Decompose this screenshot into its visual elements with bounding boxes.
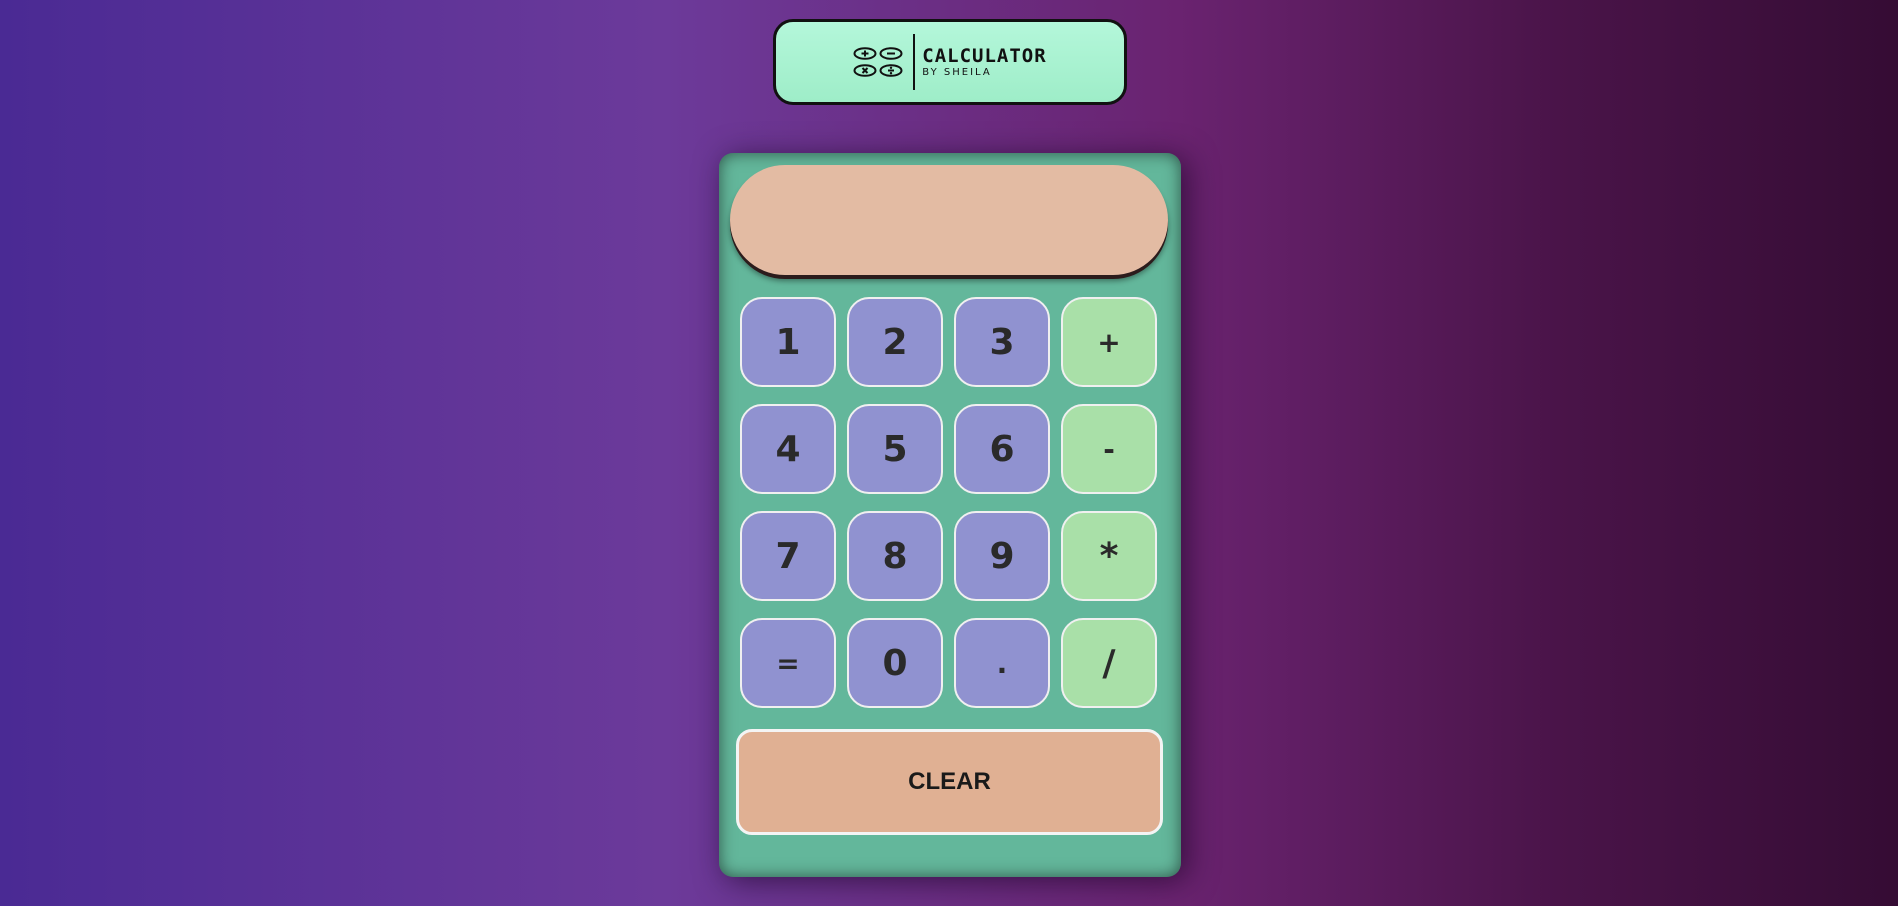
divide-circle-icon (879, 64, 903, 77)
key-multiply[interactable]: * (1061, 511, 1157, 601)
clear-button[interactable]: CLEAR (736, 729, 1163, 835)
logo-mark (853, 47, 903, 77)
logo-subtitle: BY SHEILA (922, 67, 992, 78)
logo-text: CALCULATOR BY SHEILA (922, 45, 1046, 79)
key-1[interactable]: 1 (740, 297, 836, 387)
key-9[interactable]: 9 (954, 511, 1050, 601)
keypad: 1 2 3 + 4 5 6 - 7 8 9 * = 0 . / (740, 297, 1157, 708)
key-4[interactable]: 4 (740, 404, 836, 494)
key-divide[interactable]: / (1061, 618, 1157, 708)
minus-circle-icon (879, 47, 903, 60)
key-decimal[interactable]: . (954, 618, 1050, 708)
plus-circle-icon (853, 47, 877, 60)
key-0[interactable]: 0 (847, 618, 943, 708)
key-6[interactable]: 6 (954, 404, 1050, 494)
calculator-body: 1 2 3 + 4 5 6 - 7 8 9 * = 0 . / CLEAR (719, 153, 1181, 877)
key-5[interactable]: 5 (847, 404, 943, 494)
logo-title: CALCULATOR (922, 45, 1047, 67)
key-minus[interactable]: - (1061, 404, 1157, 494)
key-8[interactable]: 8 (847, 511, 943, 601)
key-7[interactable]: 7 (740, 511, 836, 601)
logo-divider (913, 34, 916, 90)
calculator-display (730, 165, 1168, 275)
key-equals[interactable]: = (740, 618, 836, 708)
logo-banner: CALCULATOR BY SHEILA (773, 19, 1127, 105)
key-plus[interactable]: + (1061, 297, 1157, 387)
key-3[interactable]: 3 (954, 297, 1050, 387)
key-2[interactable]: 2 (847, 297, 943, 387)
times-circle-icon (853, 64, 877, 77)
